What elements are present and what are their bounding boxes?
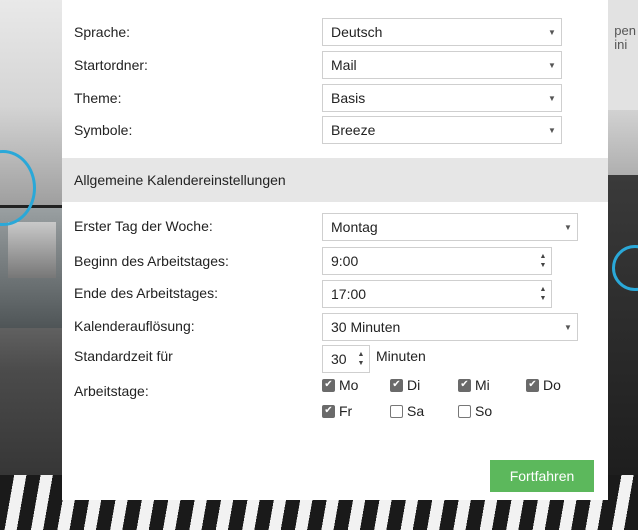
- work-start-value: 9:00: [331, 253, 359, 269]
- icons-label: Symbole:: [74, 122, 133, 138]
- resolution-value: 30 Minuten: [331, 319, 401, 335]
- chevron-down-icon: ▼: [548, 60, 556, 70]
- checkbox-empty-icon[interactable]: [390, 404, 403, 418]
- spin-stepper-icon[interactable]: ▲ ▼: [537, 283, 549, 305]
- workday-di-checkbox[interactable]: ✔ Di: [390, 377, 420, 393]
- workday-sa-checkbox[interactable]: Sa: [390, 403, 424, 419]
- workday-label: Di: [407, 377, 421, 393]
- workday-mi-checkbox[interactable]: ✔ Mi: [458, 377, 490, 393]
- first-day-select[interactable]: Montag ▼: [322, 213, 578, 241]
- default-time-value: 30: [331, 351, 347, 367]
- check-icon[interactable]: ✔: [390, 378, 403, 392]
- workday-do-checkbox[interactable]: ✔ Do: [526, 377, 561, 393]
- work-end-value: 17:00: [331, 286, 367, 302]
- first-day-value: Montag: [331, 219, 378, 235]
- theme-value: Basis: [331, 90, 366, 106]
- default-time-label: Standardzeit für: [74, 348, 173, 364]
- background-monitor-screen: [8, 222, 56, 278]
- chevron-down-icon: ▼: [564, 322, 572, 332]
- work-end-label: Ende des Arbeitstages:: [74, 285, 218, 301]
- start-folder-label: Startordner:: [74, 57, 148, 73]
- default-time-unit: Minuten: [376, 348, 426, 364]
- theme-label: Theme:: [74, 90, 122, 106]
- chevron-down-icon: ▼: [548, 125, 556, 135]
- setup-panel: Sprache: Deutsch ▼ Startordner: Mail ▼ T…: [62, 0, 608, 500]
- work-start-input[interactable]: 9:00 ▲ ▼: [322, 247, 552, 275]
- work-end-input[interactable]: 17:00 ▲ ▼: [322, 280, 552, 308]
- language-label: Sprache:: [74, 24, 131, 40]
- continue-button[interactable]: Fortfahren: [490, 460, 594, 492]
- workday-so-checkbox[interactable]: So: [458, 403, 492, 419]
- check-icon[interactable]: ✔: [322, 378, 335, 392]
- check-icon[interactable]: ✔: [458, 378, 471, 392]
- workday-label: Mo: [339, 377, 359, 393]
- language-select[interactable]: Deutsch ▼: [322, 18, 562, 46]
- workday-label: Mi: [475, 377, 490, 393]
- chevron-down-icon: ▼: [548, 93, 556, 103]
- background-poster-text: pen ini: [614, 23, 636, 52]
- language-value: Deutsch: [331, 24, 383, 40]
- workday-label: Sa: [407, 403, 425, 419]
- start-folder-select[interactable]: Mail ▼: [322, 51, 562, 79]
- default-time-input[interactable]: 30 ▲ ▼: [322, 345, 370, 373]
- resolution-select[interactable]: 30 Minuten ▼: [322, 313, 578, 341]
- workday-label: So: [475, 403, 493, 419]
- spin-stepper-icon[interactable]: ▲ ▼: [537, 250, 549, 272]
- work-start-label: Beginn des Arbeitstages:: [74, 253, 229, 269]
- background-poster: [604, 0, 638, 110]
- calendar-section-header: Allgemeine Kalendereinstellungen: [62, 158, 608, 202]
- workday-mo-checkbox[interactable]: ✔ Mo: [322, 377, 358, 393]
- icons-value: Breeze: [331, 122, 376, 138]
- first-day-label: Erster Tag der Woche:: [74, 218, 213, 234]
- start-folder-value: Mail: [331, 57, 357, 73]
- chevron-down-icon: ▼: [548, 27, 556, 37]
- check-icon[interactable]: ✔: [322, 404, 335, 418]
- spin-stepper-icon[interactable]: ▲ ▼: [355, 348, 367, 370]
- workdays-label: Arbeitstage:: [74, 383, 149, 399]
- resolution-label: Kalenderauflösung:: [74, 318, 195, 334]
- workday-fr-checkbox[interactable]: ✔ Fr: [322, 403, 352, 419]
- icons-select[interactable]: Breeze ▼: [322, 116, 562, 144]
- checkbox-empty-icon[interactable]: [458, 404, 471, 418]
- chevron-down-icon: ▼: [564, 222, 572, 232]
- background-chair: [604, 175, 638, 475]
- check-icon[interactable]: ✔: [526, 378, 539, 392]
- workday-label: Fr: [339, 403, 353, 419]
- theme-select[interactable]: Basis ▼: [322, 84, 562, 112]
- workday-label: Do: [543, 377, 561, 393]
